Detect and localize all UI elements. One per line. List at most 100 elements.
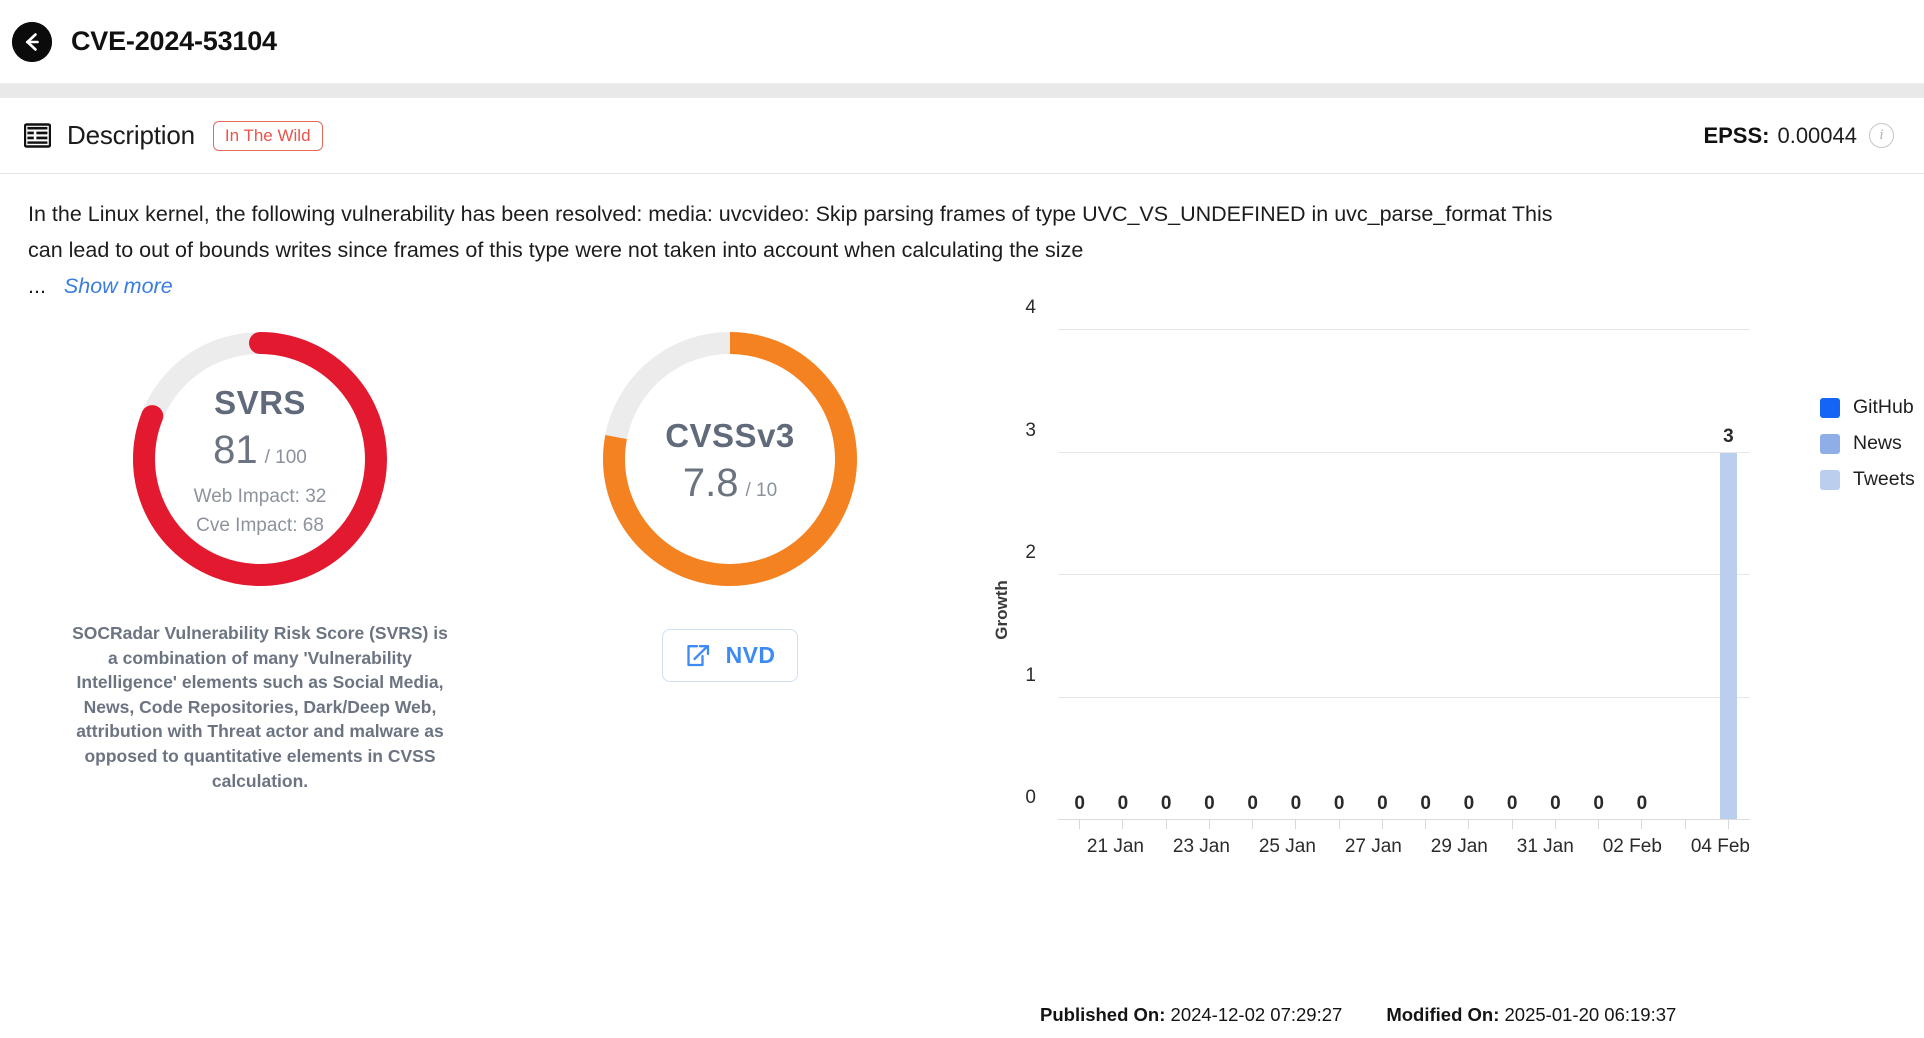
record-dates: Published On: 2024-12-02 07:29:27 Modifi… (1040, 1004, 1676, 1026)
chart-x-tick-mark (1338, 820, 1340, 829)
chart-bar-slot[interactable]: 0 (1491, 330, 1534, 829)
chart-legend-swatch (1820, 397, 1840, 418)
chart-x-tick-label (1144, 836, 1173, 858)
chart-legend-item[interactable]: News (1820, 432, 1915, 455)
show-more-link[interactable]: Show more (64, 274, 173, 298)
chart-x-tick-mark (1727, 820, 1729, 829)
page-header: CVE-2024-53104 (0, 0, 1924, 84)
chart-legend-item[interactable]: GitHub (1820, 396, 1915, 419)
chart-x-tick-label: 23 Jan (1172, 836, 1230, 857)
chart-bar-label: 0 (1247, 793, 1258, 814)
chart-bar-slot[interactable]: 0 (1534, 330, 1577, 829)
chart-x-tick-mark (1208, 820, 1210, 829)
chart-bar-slot[interactable]: 0 (1231, 330, 1274, 829)
modified-on-label: Modified On: (1386, 1004, 1500, 1025)
chart-bars: 0 0 0 0 0 0 0 0 0 0 0 0 0 0 3 (1058, 330, 1750, 829)
description-text: In the Linux kernel, the following vulne… (0, 174, 1600, 304)
epss-value: 0.00044 (1777, 122, 1857, 148)
chart-y-tick: 4 (1025, 297, 1036, 318)
chart-x-tick-mark (1684, 820, 1686, 829)
chart-bar-slot[interactable]: 0 (1577, 330, 1620, 829)
chart-legend-label: GitHub (1853, 396, 1914, 418)
published-on: Published On: 2024-12-02 07:29:27 (1040, 1004, 1342, 1026)
chart-bar-slot[interactable] (1664, 330, 1707, 829)
arrow-left-circle-icon (12, 21, 52, 62)
chart-x-tick-label: 27 Jan (1344, 836, 1402, 857)
chart-bar-slot[interactable]: 0 (1404, 330, 1447, 829)
chart-bar-slot[interactable]: 0 (1188, 330, 1231, 829)
cvss-donut-svg (603, 332, 857, 586)
chart-bar-label: 0 (1377, 793, 1388, 814)
chart-x-axis-labels: 21 Jan 23 Jan 25 Jan 27 Jan 29 Jan 31 Jan 02 F… (1058, 836, 1750, 858)
chart-x-tick-mark (1425, 820, 1427, 829)
chart-x-tick-label (1316, 836, 1345, 858)
chart-x-tick-label (1058, 836, 1087, 858)
cvss-panel: CVSSv3 7.8 / 10 NVD (520, 310, 940, 1000)
svrs-panel: SVRS 81 / 100 Web Impact: 32 Cve Impact:… (0, 310, 520, 1000)
chart-x-tick-mark (1468, 820, 1470, 829)
chart-bar[interactable] (1719, 452, 1737, 820)
chart-bar-label: 0 (1506, 793, 1518, 814)
chart-x-tick-mark (1165, 820, 1167, 829)
chart-bar-label: 3 (1723, 425, 1734, 447)
chart-bar-slot[interactable]: 0 (1145, 330, 1188, 829)
description-label: Description (67, 120, 195, 150)
chart-x-tick-label: 25 Jan (1258, 836, 1316, 857)
chart-legend-label: Tweets (1853, 468, 1915, 490)
chart-x-tick-label (1230, 836, 1259, 858)
epss-block: EPSS: 0.00044 i (1703, 123, 1894, 149)
svrs-donut: SVRS 81 / 100 Web Impact: 32 Cve Impact:… (129, 328, 391, 595)
chart-x-axis-line (1058, 819, 1750, 820)
chart-y-tick: 2 (1025, 542, 1036, 563)
nvd-button[interactable]: NVD (661, 629, 799, 682)
published-on-label: Published On: (1040, 1004, 1166, 1025)
chart-bar-label: 0 (1420, 793, 1431, 814)
info-icon[interactable]: i (1869, 123, 1894, 148)
chart-plot-area: 0 1 2 3 4 0 0 0 0 0 0 0 0 0 0 0 0 0 0 3 (1025, 297, 1750, 829)
chart-legend-label: News (1853, 432, 1902, 454)
back-button[interactable] (12, 21, 52, 62)
chart-bar-label: 0 (1290, 793, 1302, 814)
table-grid-icon (24, 123, 51, 148)
description-line-1: In the Linux kernel, the following vulne… (28, 202, 1329, 226)
chart-x-tick-mark (1295, 820, 1297, 829)
svrs-description-note: SOCRadar Vulnerability Risk Score (SVRS)… (72, 623, 448, 791)
chart-x-tick-label: 04 Feb (1690, 836, 1750, 857)
chart-bar-label: 0 (1074, 793, 1085, 814)
chart-x-tick-label (1402, 836, 1431, 858)
nvd-button-label: NVD (725, 642, 776, 668)
chart-legend-item[interactable]: Tweets (1820, 468, 1915, 491)
chart-x-tick-label (1488, 836, 1517, 858)
chart-x-tick-label: 31 Jan (1516, 836, 1574, 857)
chart-bar-slot[interactable]: 0 (1058, 330, 1101, 829)
modified-on-value: 2025-01-20 06:19:37 (1504, 1004, 1677, 1025)
chart-y-axis-label: Growth (991, 580, 1011, 640)
section-divider (0, 84, 1924, 98)
chart-bar-slot[interactable]: 0 (1101, 330, 1144, 829)
chart-x-tick-mark (1641, 820, 1643, 829)
chart-bar-label: 0 (1593, 793, 1604, 814)
chart-x-tick-mark (1598, 820, 1600, 829)
chart-bar-slot[interactable]: 0 (1447, 330, 1490, 829)
chart-bar-label: 0 (1463, 793, 1475, 814)
chart-bar-slot[interactable]: 0 (1620, 330, 1663, 829)
chart-x-tick-mark (1122, 820, 1124, 829)
chart-bar-label: 0 (1160, 793, 1172, 814)
chart-x-tick-mark (1554, 820, 1556, 829)
chart-x-tick-label: 02 Feb (1602, 836, 1662, 857)
chart-bar-slot[interactable]: 0 (1274, 330, 1317, 829)
external-link-icon (686, 645, 709, 667)
chart-bar-slot[interactable]: 3 (1707, 330, 1750, 829)
chart-bar-label: 0 (1117, 793, 1129, 814)
chart-bar-slot[interactable]: 0 (1361, 330, 1404, 829)
page-title: CVE-2024-53104 (71, 26, 277, 56)
chart-x-tick-label (1574, 836, 1603, 858)
chart-legend-swatch (1820, 433, 1840, 454)
svrs-donut-svg (133, 332, 387, 586)
chart-y-tick: 3 (1025, 419, 1036, 441)
chart-bar-slot[interactable]: 0 (1318, 330, 1361, 829)
epss-label: EPSS: (1703, 122, 1770, 148)
growth-chart: Growth 0 1 2 3 4 0 0 0 0 0 0 0 0 0 0 0 0 0 0 3 21 Jan 23 Ja… (990, 297, 1750, 890)
chart-bar-label: 0 (1333, 793, 1345, 814)
main-content: SVRS 81 / 100 Web Impact: 32 Cve Impact:… (0, 297, 1924, 1000)
